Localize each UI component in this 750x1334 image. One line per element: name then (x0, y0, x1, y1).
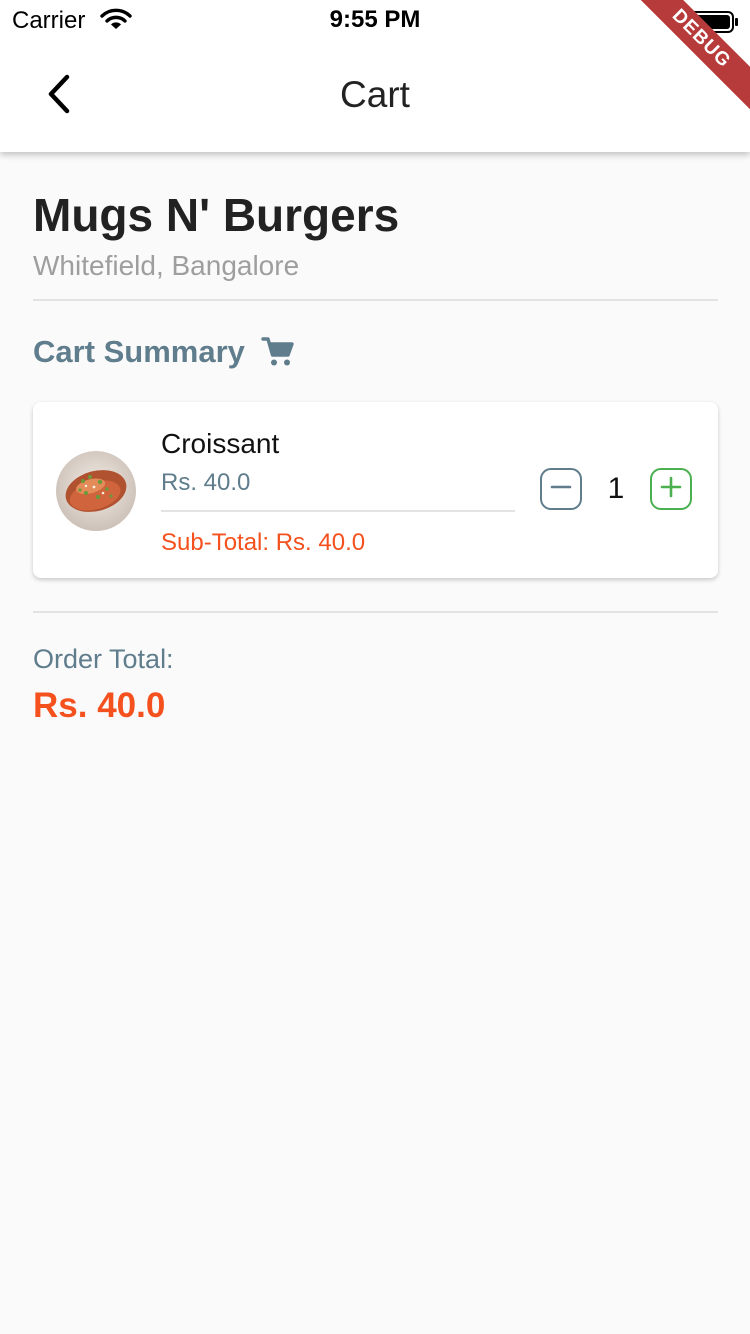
item-thumbnail (56, 451, 136, 531)
item-divider (161, 510, 515, 512)
minus-icon (550, 476, 572, 503)
header-divider (33, 299, 718, 301)
status-time: 9:55 PM (329, 6, 421, 33)
app-bar: Carrier 9:55 PM Cart DEBUG (0, 0, 750, 152)
shopping-cart-icon (261, 336, 295, 368)
summary-divider (33, 611, 718, 613)
restaurant-name: Mugs N' Burgers (33, 189, 400, 241)
status-bar: Carrier 9:55 PM (0, 0, 750, 40)
plus-icon (660, 476, 682, 503)
page-title: Cart (340, 74, 410, 115)
item-quantity: 1 (607, 472, 625, 505)
decrease-quantity-button[interactable] (540, 468, 582, 510)
restaurant-location: Whitefield, Bangalore (33, 250, 300, 281)
increase-quantity-button[interactable] (650, 468, 692, 510)
cart-summary-heading: Cart Summary (33, 334, 295, 370)
cart-item-card: Croissant Rs. 40.0 Sub-Total: Rs. 40.0 1 (33, 402, 718, 578)
order-total-label: Order Total: (33, 644, 174, 674)
item-name: Croissant (161, 428, 280, 459)
order-total-value: Rs. 40.0 (33, 686, 166, 725)
cart-summary-title: Cart Summary (33, 334, 245, 369)
item-subtotal: Sub-Total: Rs. 40.0 (161, 529, 366, 556)
item-price: Rs. 40.0 (161, 469, 251, 496)
